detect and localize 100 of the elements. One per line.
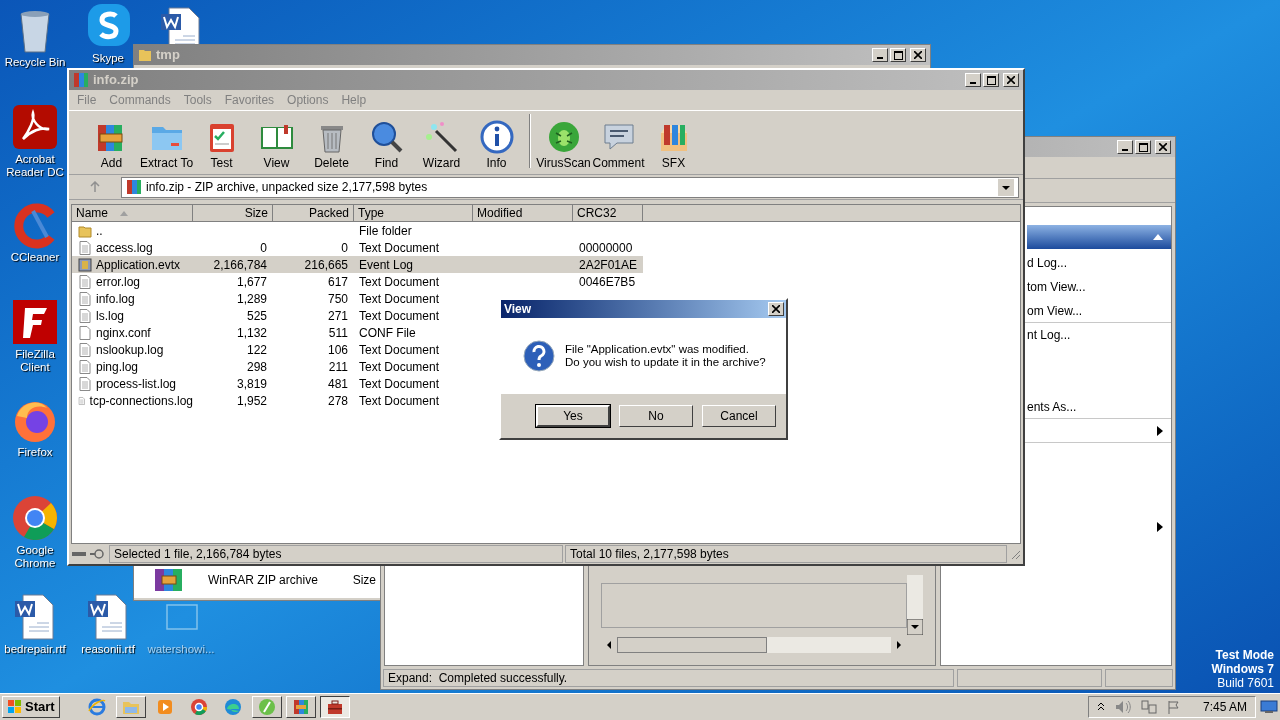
file-type: Text Document [359,342,440,357]
close-button[interactable] [1003,73,1019,87]
minimize-button[interactable] [965,73,981,87]
status-segment [1105,669,1173,687]
file-type: Text Document [359,308,440,323]
dropdown-icon[interactable] [998,178,1014,196]
file-row[interactable]: .. File folder [72,222,643,239]
file-type: Text Document [359,291,440,306]
text-file-icon [78,240,92,255]
maximize-icon [893,50,903,60]
close-button[interactable] [910,48,926,62]
actions-header[interactable] [1027,225,1171,249]
toolbar-button[interactable]: Extract To [140,119,193,170]
toolbar-button[interactable]: Test [195,119,248,170]
maximize-button[interactable] [1135,140,1151,154]
chevron-up-icon[interactable] [1096,702,1105,712]
file-type: Text Document [359,393,440,408]
file-type: Text Document [359,359,440,374]
file-name: ping.log [96,358,139,376]
action-item[interactable]: ents As... [1027,397,1077,416]
file-type: Text Document [359,240,440,255]
packed-size: 211 [328,359,348,374]
question-icon [523,340,555,372]
column-header[interactable]: Packed [273,205,354,222]
file-row[interactable]: error.log 1,677 617 Text Document 0046E7B5 [72,273,643,290]
taskbar-button[interactable] [319,696,350,718]
collapse-icon [1153,234,1163,240]
file-size: 0 [260,240,267,255]
desktop-icon-label[interactable]: Skype [92,52,124,65]
text-file-icon [78,308,92,323]
desktop-icon-label[interactable]: reasonii.rtf [81,643,135,656]
close-button[interactable] [1155,140,1171,154]
toolbar-button[interactable]: Info [470,119,523,170]
file-row[interactable]: access.log 0 0 Text Document 00000000 [72,239,643,256]
file-type: Event Log [359,257,414,272]
action-item[interactable]: om View... [1027,301,1083,320]
close-button[interactable] [768,302,784,316]
file-size: 122 [246,342,267,357]
dialog-message: Do you wish to update it in the archive? [565,356,766,369]
dialog-button[interactable]: Yes [536,405,610,427]
clock[interactable]: 7:45 AM [1202,698,1247,716]
window-title: info.zip [93,71,140,90]
submenu-arrow-icon[interactable] [1157,522,1163,532]
minimize-button[interactable] [872,48,888,62]
leaf-icon [257,698,276,716]
file-type: CONF File [359,325,416,340]
desktop-icon-label[interactable]: Acrobat Reader DC [3,153,67,179]
scroll-thumb[interactable] [617,637,767,653]
network-icon[interactable] [1140,700,1157,714]
info-icon [478,119,515,155]
show-desktop-icon[interactable] [1260,700,1278,714]
maximize-button[interactable] [890,48,906,62]
desktop-icon-label[interactable]: CCleaner [10,251,60,264]
toolbar-button[interactable]: Find [360,119,413,170]
dialog-button[interactable]: Cancel [702,405,776,427]
file-size: 1,952 [236,393,267,408]
toolbar-button[interactable]: Add [85,119,138,170]
toolbar-button[interactable]: SFX [647,119,700,170]
flag-icon[interactable] [1166,700,1181,714]
file-name: error.log [96,273,141,291]
archive-icon [154,567,184,593]
file-type: Text Document [359,376,440,391]
maximize-button[interactable] [983,73,999,87]
desktop-icon-label[interactable]: Firefox [17,446,53,459]
close-icon [1007,76,1015,84]
toolbar-button[interactable]: Comment [592,119,645,170]
column-header[interactable]: Name [72,205,193,222]
address-field[interactable]: info.zip - ZIP archive, unpacked size 2,177,598 bytes [121,176,1019,198]
filezilla-icon [11,298,59,346]
desktop-icon-label[interactable]: bedrepair.rtf [4,643,66,656]
toolbar-button[interactable]: View [250,119,303,170]
file-name: nginx.conf [96,324,151,342]
action-item[interactable]: d Log... [1027,254,1068,272]
toolbar-button[interactable]: VirusScan [537,119,590,170]
desktop-icon-label[interactable]: Google Chrome [3,544,67,570]
chrome-icon [11,494,59,542]
minimize-button[interactable] [1117,140,1133,154]
dialog-button[interactable]: No [619,405,693,427]
action-item[interactable]: tom View... [1027,278,1086,296]
play-icon [155,698,174,716]
crc-value: 0046E7B5 [579,274,636,289]
column-header[interactable]: Type [354,205,473,222]
column-header[interactable]: Modified [473,205,573,222]
close-icon [1159,143,1167,151]
folder-icon [78,223,92,238]
crc-value: 00000000 [579,240,633,255]
start-button[interactable]: Start [2,696,60,718]
submenu-arrow-icon[interactable] [1157,425,1163,436]
desktop-icon-label[interactable]: Recycle Bin [4,56,66,69]
toolbar-button[interactable]: Delete [305,119,358,170]
text-file-icon [78,274,92,289]
action-item[interactable]: nt Log... [1027,326,1071,344]
text-file-icon [78,376,92,391]
file-type: File folder [359,223,412,238]
toolbar-button[interactable]: Wizard [415,119,468,170]
desktop-icon-label[interactable]: FileZilla Client [3,348,67,374]
file-row[interactable]: Application.evtx 2,166,784 216,665 Event Log 2A2F01AE [72,256,643,273]
window-title: tmp [156,46,181,65]
column-header[interactable]: CRC32 [573,205,643,222]
column-header[interactable]: Size [193,205,273,222]
